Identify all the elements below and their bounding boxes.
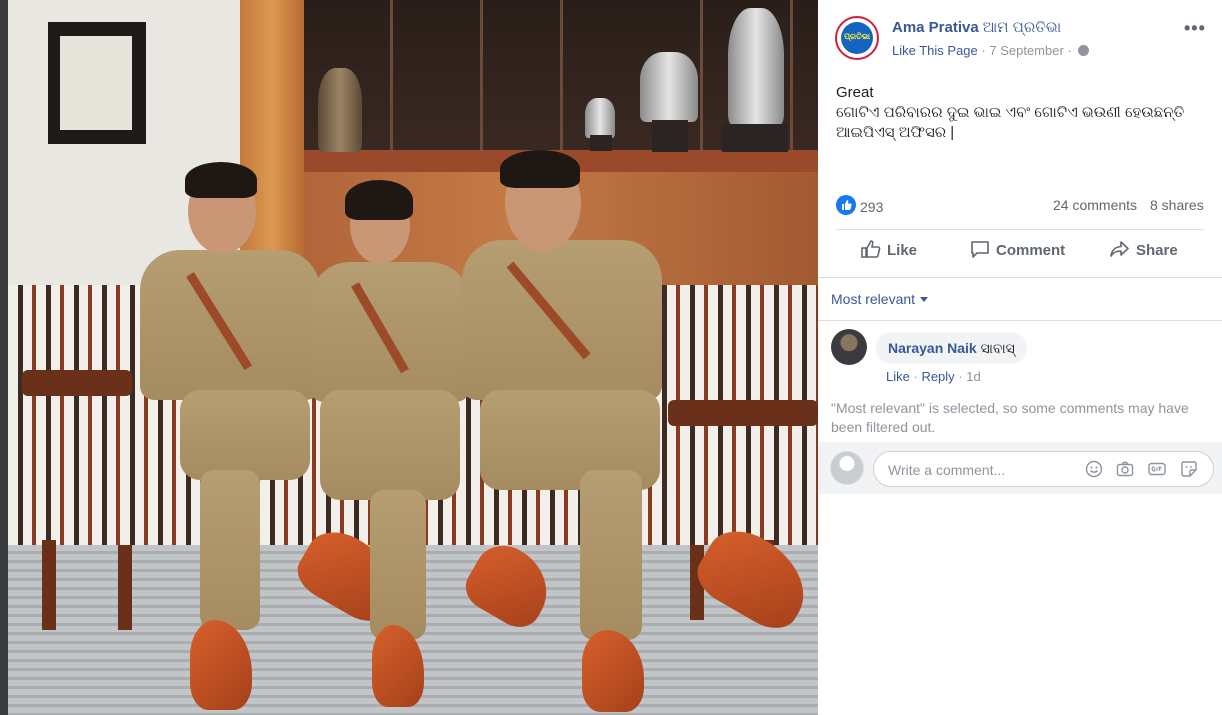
post-text-line: ଗୋଟିଏ ପରିବାରର ଦୁଇ ଭାଇ ଏବଂ ଗୋଟିଏ ଭଉଣୀ ହେଉ… bbox=[836, 104, 1185, 121]
page-name-link[interactable]: Ama Prativa ଆମ ପ୍ରତିଭା bbox=[892, 19, 1061, 36]
like-count[interactable]: 293 bbox=[860, 199, 883, 215]
photo-trophy bbox=[728, 8, 784, 126]
comment-author[interactable]: Narayan Naik bbox=[888, 340, 977, 356]
current-user-avatar bbox=[830, 451, 864, 485]
comment-sort-label: Most relevant bbox=[831, 291, 916, 307]
photo-trophy bbox=[640, 52, 698, 122]
caret-down-icon bbox=[920, 297, 929, 302]
divider bbox=[818, 277, 1222, 278]
comment-like-link[interactable]: Like bbox=[886, 369, 910, 384]
comments-count[interactable]: 24 comments bbox=[1053, 197, 1137, 213]
commenter-avatar[interactable] bbox=[831, 329, 867, 365]
post-text: Great ଗୋଟିଏ ପରିବାରର ଦୁଇ ଭାଇ ଏବଂ ଗୋଟିଏ ଭଉ… bbox=[836, 83, 1206, 143]
like-button-label: Like bbox=[887, 242, 918, 259]
divider bbox=[836, 229, 1204, 230]
meta-separator: · bbox=[981, 43, 986, 58]
comment-button-label: Comment bbox=[996, 242, 1066, 259]
comment-actions: Like · Reply · 1d bbox=[886, 369, 981, 384]
share-icon bbox=[1110, 241, 1129, 257]
photo-officer-left bbox=[140, 250, 320, 400]
post-side-panel: ପ୍ରତିଭା Ama Prativa ଆମ ପ୍ରତିଭା Like This … bbox=[818, 0, 1222, 715]
photo-bust bbox=[318, 68, 362, 152]
reaction-stats: 293 24 comments 8 shares bbox=[836, 193, 1204, 217]
comment-icon bbox=[971, 241, 989, 258]
post-photo[interactable] bbox=[0, 0, 818, 715]
page-name[interactable]: Ama Prativa bbox=[892, 19, 979, 36]
viewer-edge bbox=[0, 0, 8, 715]
globe-icon bbox=[1078, 45, 1090, 56]
divider bbox=[818, 320, 1222, 321]
post-text-line: Great bbox=[836, 84, 874, 101]
post-date[interactable]: 7 September bbox=[989, 43, 1063, 58]
meta-separator: · bbox=[1067, 43, 1072, 58]
sticker-icon[interactable] bbox=[1180, 460, 1198, 478]
photo-officer-middle bbox=[310, 262, 470, 402]
comment-input[interactable] bbox=[886, 460, 1080, 480]
shares-count[interactable]: 8 shares bbox=[1150, 197, 1204, 213]
gif-icon[interactable] bbox=[1148, 460, 1166, 478]
comment-bubble: Narayan Naik ସାବାସ୍ bbox=[876, 332, 1027, 364]
share-button[interactable]: Share bbox=[1110, 240, 1178, 268]
thumbs-up-reaction-icon[interactable] bbox=[836, 195, 856, 215]
post-meta: Like This Page · 7 September · bbox=[892, 43, 1090, 58]
comment-button[interactable]: Comment bbox=[970, 240, 1065, 268]
page-name-alt[interactable]: ଆମ ପ୍ରତିଭା bbox=[983, 19, 1061, 36]
comment-sort-dropdown[interactable]: Most relevant bbox=[831, 291, 929, 307]
comment-text: ସାବାସ୍ bbox=[980, 340, 1015, 356]
comment-time[interactable]: 1d bbox=[966, 369, 980, 384]
photo-trophy bbox=[585, 98, 615, 138]
more-options-icon[interactable]: ••• bbox=[1184, 18, 1206, 39]
emoji-icon[interactable] bbox=[1085, 460, 1103, 478]
page-avatar-logo-text: ପ୍ରତିଭା bbox=[844, 32, 870, 41]
post-text-line: ଆଇପିଏସ୍ ଅଫିସର | bbox=[836, 124, 955, 141]
share-button-label: Share bbox=[1136, 242, 1178, 259]
comment-input-box[interactable] bbox=[873, 451, 1214, 487]
comment-reply-link[interactable]: Reply bbox=[921, 369, 954, 384]
thumbs-up-icon bbox=[861, 240, 881, 258]
like-page-link[interactable]: Like This Page bbox=[892, 43, 978, 58]
page-avatar[interactable]: ପ୍ରତିଭା bbox=[835, 16, 879, 60]
filter-note: "Most relevant" is selected, so some com… bbox=[831, 400, 1189, 435]
camera-icon[interactable] bbox=[1116, 460, 1134, 478]
like-button[interactable]: Like bbox=[861, 240, 917, 268]
